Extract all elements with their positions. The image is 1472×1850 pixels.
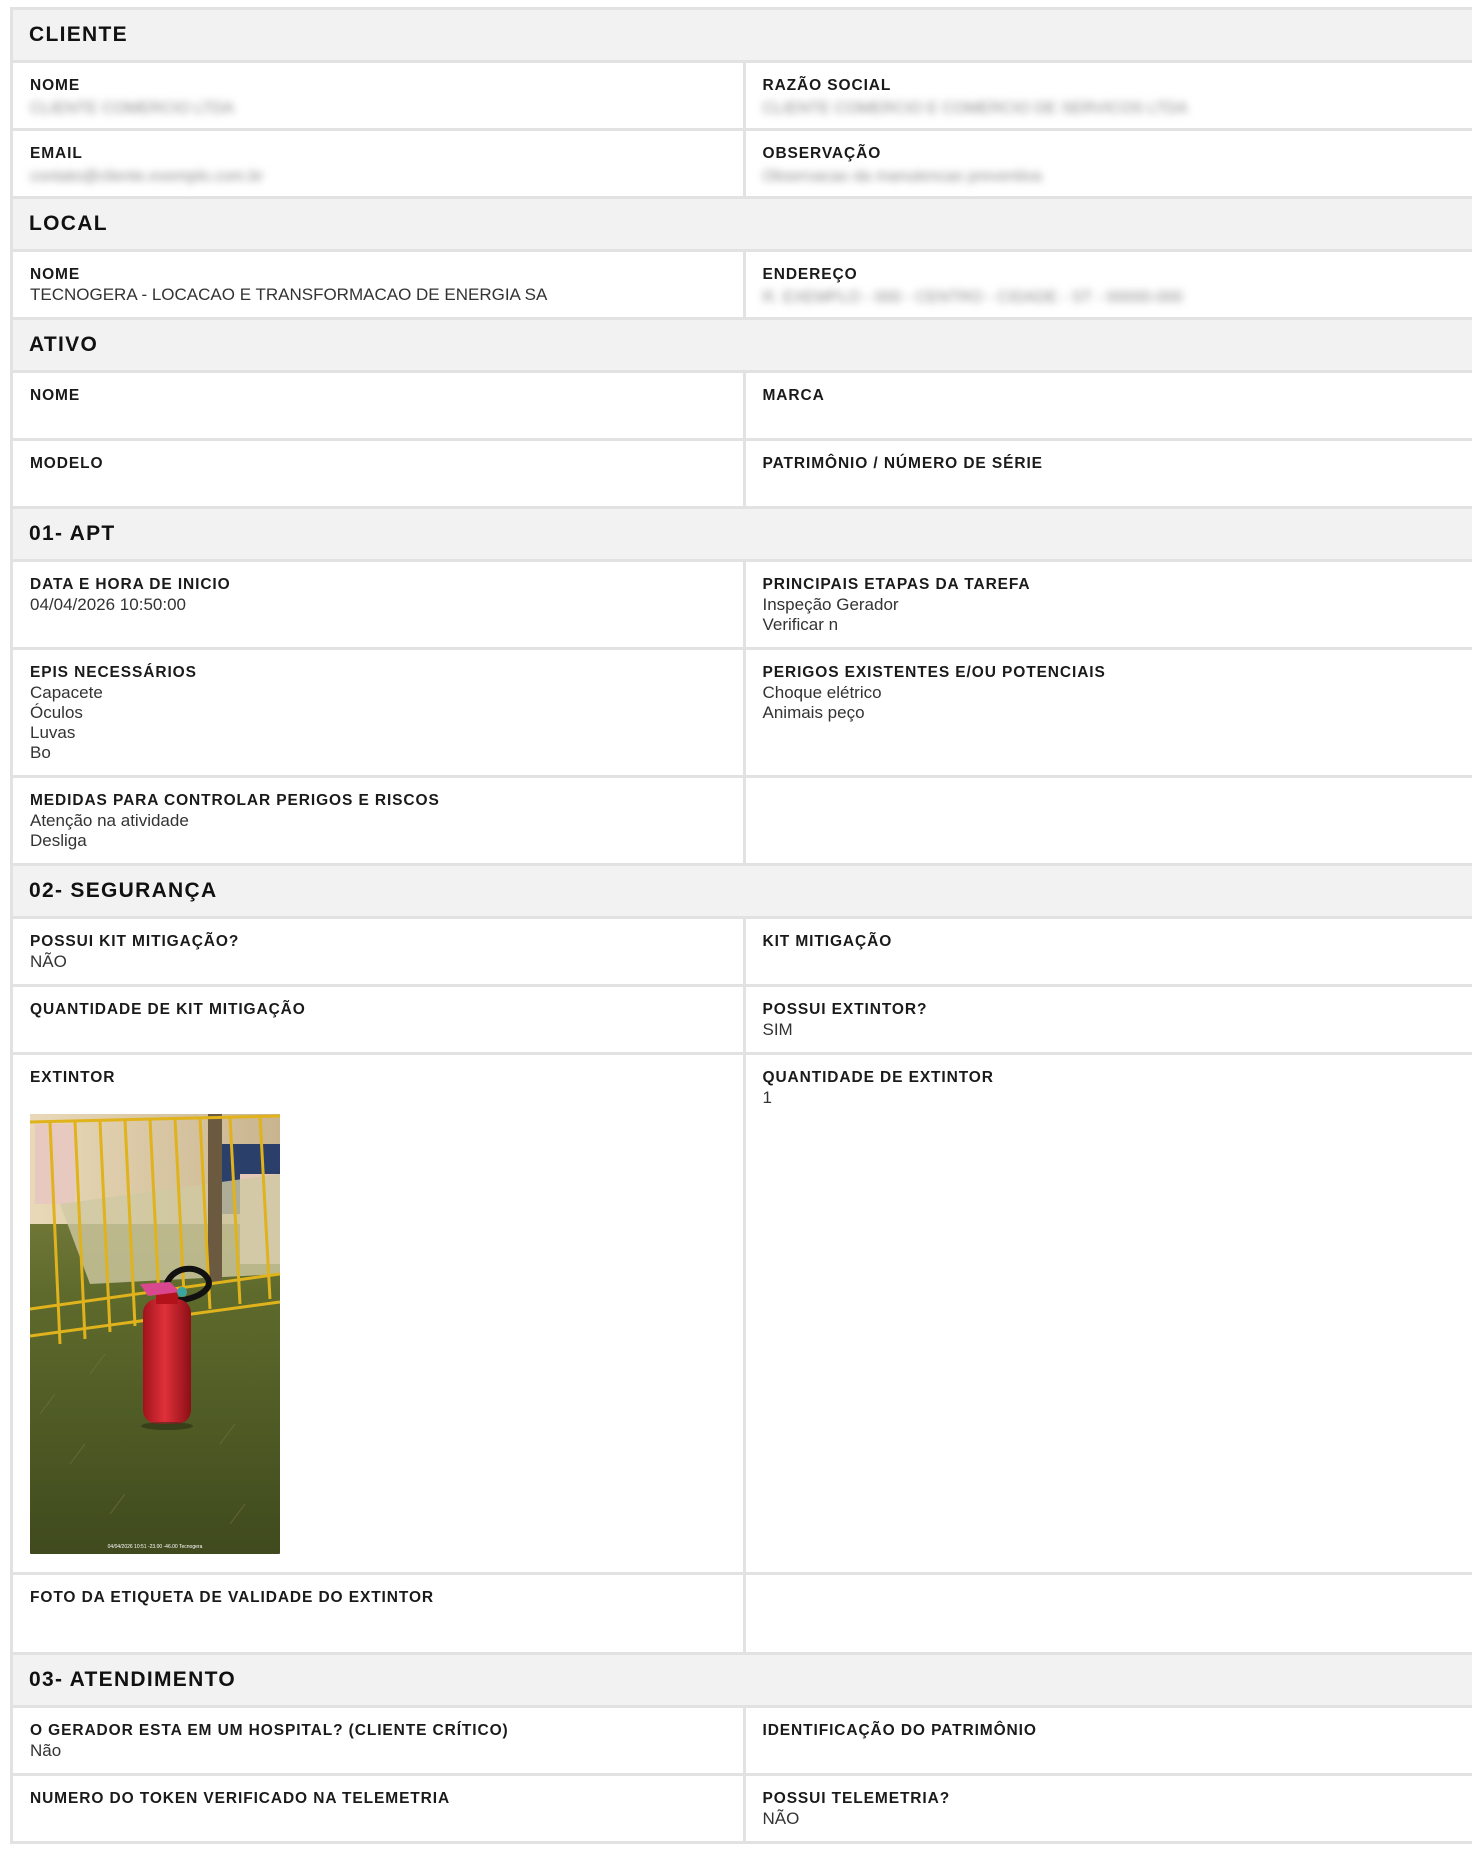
field-value: NÃO [762, 1809, 800, 1828]
field-value: 1 [762, 1088, 772, 1107]
field-observacao: OBSERVAÇÃO Observacao da manutencao prev… [742, 131, 1472, 196]
field-razao-social: RAZÃO SOCIAL CLIENTE COMERCIO E COMERCIO… [742, 63, 1472, 128]
row-cliente-2: EMAIL contato@cliente.exemplo.com.br OBS… [13, 131, 1472, 199]
row-seg-4: FOTO DA ETIQUETA DE VALIDADE DO EXTINTOR [13, 1575, 1472, 1655]
field-ativo-nome: NOME [13, 373, 743, 438]
field-email: EMAIL contato@cliente.exemplo.com.br [13, 131, 743, 196]
field-value: Inspeção Gerador Verificar n [762, 595, 899, 634]
photo-caption: 04/04/2026 10:51 -23.00 -46.00 Tecnogera [108, 1544, 203, 1550]
field-value: Choque elétrico Animais peço [762, 683, 882, 722]
field-label: ENDEREÇO [762, 266, 858, 283]
field-modelo: MODELO [13, 441, 743, 506]
row-seg-1: POSSUI KIT MITIGAÇÃO? NÃO KIT MITIGAÇÃO [13, 919, 1472, 987]
field-label: FOTO DA ETIQUETA DE VALIDADE DO EXTINTOR [30, 1589, 434, 1606]
row-atend-1: O GERADOR ESTA EM UM HOSPITAL? (CLIENTE … [13, 1708, 1472, 1776]
row-apt-1: DATA E HORA DE INICIO 04/04/2026 10:50:0… [13, 562, 1472, 650]
section-seguranca-title: 02- SEGURANÇA [13, 866, 1472, 919]
field-label: PERIGOS EXISTENTES E/OU POTENCIAIS [762, 664, 1106, 681]
row-atend-2: NUMERO DO TOKEN VERIFICADO NA TELEMETRIA… [13, 1776, 1472, 1844]
empty-cell [742, 1575, 1472, 1652]
field-label: NOME [30, 77, 81, 94]
field-identificacao: IDENTIFICAÇÃO DO PATRIMÔNIO [742, 1708, 1472, 1773]
field-label: QUANTIDADE DE KIT MITIGAÇÃO [30, 1001, 306, 1018]
field-label: DATA E HORA DE INICIO [30, 576, 231, 593]
field-value: SIM [762, 1020, 793, 1039]
redacted-value: contato@cliente.exemplo.com.br [30, 168, 264, 185]
field-value: NÃO [30, 952, 67, 971]
field-token: NUMERO DO TOKEN VERIFICADO NA TELEMETRIA [13, 1776, 743, 1841]
field-hospital: O GERADOR ESTA EM UM HOSPITAL? (CLIENTE … [13, 1708, 743, 1773]
field-marca: MARCA [742, 373, 1472, 438]
field-qtd-extintor: QUANTIDADE DE EXTINTOR 1 [742, 1055, 1472, 1572]
row-seg-3: EXTINTOR 04/04/2026 10:51 -23.00 -46.00 … [13, 1055, 1472, 1575]
field-etapas: PRINCIPAIS ETAPAS DA TAREFA Inspeção Ger… [742, 562, 1472, 647]
field-value: Capacete Óculos Luvas Bo [30, 683, 103, 762]
field-epis: EPIS NECESSÁRIOS Capacete Óculos Luvas B… [13, 650, 743, 775]
section-apt-title: 01- APT [13, 509, 1472, 562]
field-medidas: MEDIDAS PARA CONTROLAR PERIGOS E RISCOS … [13, 778, 743, 863]
field-telemetria: POSSUI TELEMETRIA? NÃO [742, 1776, 1472, 1841]
field-label: NUMERO DO TOKEN VERIFICADO NA TELEMETRIA [30, 1790, 451, 1807]
field-label: QUANTIDADE DE EXTINTOR [762, 1069, 994, 1086]
field-possui-kit: POSSUI KIT MITIGAÇÃO? NÃO [13, 919, 743, 984]
field-label: EMAIL [30, 145, 83, 162]
field-label: KIT MITIGAÇÃO [762, 933, 893, 950]
row-ativo-1: NOME MARCA [13, 373, 1472, 441]
field-label: MEDIDAS PARA CONTROLAR PERIGOS E RISCOS [30, 792, 440, 809]
field-label: NOME [30, 266, 81, 283]
field-value: Atenção na atividade Desliga [30, 811, 189, 850]
row-apt-2: EPIS NECESSÁRIOS Capacete Óculos Luvas B… [13, 650, 1472, 778]
field-kit: KIT MITIGAÇÃO [742, 919, 1472, 984]
field-label: POSSUI EXTINTOR? [762, 1001, 928, 1018]
field-label: MODELO [30, 455, 104, 472]
section-cliente-title: CLIENTE [13, 10, 1472, 63]
section-ativo-title: ATIVO [13, 320, 1472, 373]
field-extintor: EXTINTOR 04/04/2026 10:51 -23.00 -46.00 … [13, 1055, 743, 1572]
field-label: RAZÃO SOCIAL [762, 77, 892, 94]
field-label: MARCA [762, 387, 825, 404]
field-foto-etiqueta: FOTO DA ETIQUETA DE VALIDADE DO EXTINTOR [13, 1575, 743, 1652]
field-qtd-kit: QUANTIDADE DE KIT MITIGAÇÃO [13, 987, 743, 1052]
row-seg-2: QUANTIDADE DE KIT MITIGAÇÃO POSSUI EXTIN… [13, 987, 1472, 1055]
row-apt-3: MEDIDAS PARA CONTROLAR PERIGOS E RISCOS … [13, 778, 1472, 866]
field-label: O GERADOR ESTA EM UM HOSPITAL? (CLIENTE … [30, 1722, 509, 1739]
extintor-photo-image: 04/04/2026 10:51 -23.00 -46.00 Tecnogera [30, 1114, 280, 1554]
field-label: OBSERVAÇÃO [762, 145, 882, 162]
report: CLIENTE NOME CLIENTE COMERCIO LTDA RAZÃO… [10, 7, 1472, 1844]
field-possui-extintor: POSSUI EXTINTOR? SIM [742, 987, 1472, 1052]
redacted-value: CLIENTE COMERCIO LTDA [30, 100, 235, 117]
field-patrimonio: PATRIMÔNIO / NÚMERO DE SÉRIE [742, 441, 1472, 506]
field-label: EXTINTOR [30, 1069, 116, 1086]
field-label: EPIS NECESSÁRIOS [30, 664, 197, 681]
field-label: POSSUI TELEMETRIA? [762, 1790, 951, 1807]
redacted-value: Observacao da manutencao preventiva [762, 168, 1042, 185]
field-value: TECNOGERA - LOCACAO E TRANSFORMACAO DE E… [30, 285, 548, 304]
field-local-nome: NOME TECNOGERA - LOCACAO E TRANSFORMACAO… [13, 252, 743, 317]
field-label: IDENTIFICAÇÃO DO PATRIMÔNIO [762, 1722, 1037, 1739]
extintor-photo[interactable]: 04/04/2026 10:51 -23.00 -46.00 Tecnogera [30, 1114, 280, 1554]
field-label: PATRIMÔNIO / NÚMERO DE SÉRIE [762, 455, 1043, 472]
row-ativo-2: MODELO PATRIMÔNIO / NÚMERO DE SÉRIE [13, 441, 1472, 509]
section-local-title: LOCAL [13, 199, 1472, 252]
field-data-inicio: DATA E HORA DE INICIO 04/04/2026 10:50:0… [13, 562, 743, 647]
field-endereco: ENDEREÇO R. EXEMPLO - 000 - CENTRO - CID… [742, 252, 1472, 317]
field-perigos: PERIGOS EXISTENTES E/OU POTENCIAIS Choqu… [742, 650, 1472, 775]
field-cliente-nome: NOME CLIENTE COMERCIO LTDA [13, 63, 743, 128]
row-local-1: NOME TECNOGERA - LOCACAO E TRANSFORMACAO… [13, 252, 1472, 320]
field-label: NOME [30, 387, 81, 404]
field-value: Não [30, 1741, 62, 1760]
empty-cell [742, 778, 1472, 863]
field-label: POSSUI KIT MITIGAÇÃO? [30, 933, 240, 950]
field-value: 04/04/2026 10:50:00 [30, 595, 186, 614]
field-label: PRINCIPAIS ETAPAS DA TAREFA [762, 576, 1031, 593]
redacted-value: R. EXEMPLO - 000 - CENTRO - CIDADE - ST … [762, 289, 1183, 306]
section-atendimento-title: 03- ATENDIMENTO [13, 1655, 1472, 1708]
redacted-value: CLIENTE COMERCIO E COMERCIO DE SERVICOS … [762, 100, 1188, 117]
row-cliente-1: NOME CLIENTE COMERCIO LTDA RAZÃO SOCIAL … [13, 63, 1472, 131]
